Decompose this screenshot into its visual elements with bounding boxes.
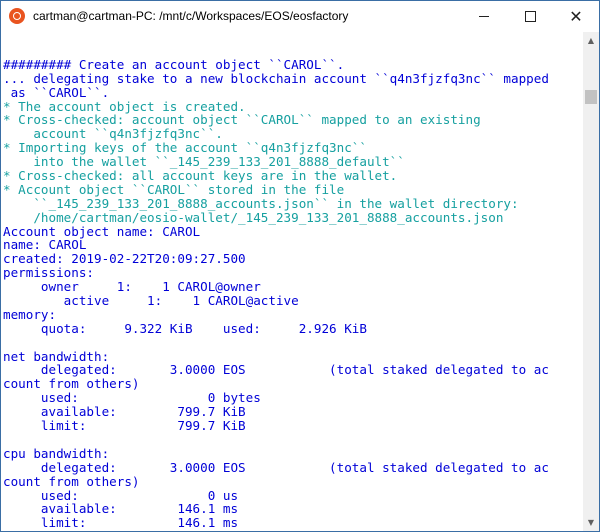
scroll-down-icon: ▼ bbox=[587, 518, 595, 527]
terminal-line: * Importing keys of the account ``q4n3fj… bbox=[3, 140, 367, 156]
close-icon: ✕ bbox=[569, 6, 583, 26]
minimize-button[interactable] bbox=[461, 1, 507, 31]
maximize-icon bbox=[524, 10, 536, 22]
terminal-line: * The account object is created. bbox=[3, 98, 246, 114]
terminal-line: count from others) bbox=[3, 376, 140, 392]
window-title: cartman@cartman-PC: /mnt/c/Workspaces/EO… bbox=[33, 9, 349, 23]
terminal-line: /home/cartman/eosio-wallet/_145_239_133_… bbox=[3, 209, 504, 225]
scroll-up-button[interactable]: ▲ bbox=[583, 32, 599, 49]
terminal-line: name: CAROL bbox=[3, 237, 87, 253]
maximize-button[interactable] bbox=[507, 1, 553, 31]
terminal-line: as ``CAROL``. bbox=[3, 84, 110, 100]
title-bar[interactable]: cartman@cartman-PC: /mnt/c/Workspaces/EO… bbox=[1, 1, 599, 31]
terminal-line: cpu bandwidth: bbox=[3, 445, 110, 461]
terminal-line: used: 0 bytes bbox=[3, 390, 261, 406]
terminal-line: delegated: 3.0000 EOS (total staked dele… bbox=[3, 459, 549, 475]
terminal-line: permissions: bbox=[3, 265, 94, 281]
terminal-line: net bandwidth: bbox=[3, 348, 110, 364]
window-controls: ✕ bbox=[461, 1, 599, 31]
terminal-line: ``_145_239_133_201_8888_accounts.json`` … bbox=[3, 195, 519, 211]
terminal-line: ######### Create an account object ``CAR… bbox=[3, 56, 345, 72]
terminal-line: created: 2019-02-22T20:09:27.500 bbox=[3, 251, 246, 267]
vertical-scrollbar[interactable]: ▲ ▼ bbox=[583, 32, 599, 531]
terminal-line: limit: 146.1 ms bbox=[3, 515, 239, 531]
ubuntu-icon bbox=[9, 8, 25, 24]
terminal-line: into the wallet ``_145_239_133_201_8888_… bbox=[3, 154, 405, 170]
terminal-line: owner 1: 1 CAROL@owner bbox=[3, 279, 261, 295]
terminal-line: ... delegating stake to a new blockchain… bbox=[3, 70, 549, 86]
terminal-window: cartman@cartman-PC: /mnt/c/Workspaces/EO… bbox=[0, 0, 600, 532]
terminal-line: delegated: 3.0000 EOS (total staked dele… bbox=[3, 362, 549, 378]
terminal-lines: ######### Create an account object ``CAR… bbox=[3, 44, 549, 530]
terminal-line: * Cross-checked: account object ``CAROL`… bbox=[3, 112, 481, 128]
terminal-output[interactable]: ######### Create an account object ``CAR… bbox=[1, 32, 583, 531]
terminal-line: limit: 799.7 KiB bbox=[3, 418, 246, 434]
terminal-line: active 1: 1 CAROL@active bbox=[3, 293, 299, 309]
terminal-line: used: 0 us bbox=[3, 487, 239, 503]
minimize-icon bbox=[479, 15, 489, 17]
terminal-line: available: 146.1 ms bbox=[3, 501, 239, 517]
close-button[interactable]: ✕ bbox=[553, 1, 599, 31]
terminal-line: quota: 9.322 KiB used: 2.926 KiB bbox=[3, 320, 367, 336]
scroll-thumb[interactable] bbox=[585, 90, 597, 104]
scroll-up-icon: ▲ bbox=[587, 36, 595, 45]
scroll-down-button[interactable]: ▼ bbox=[583, 514, 599, 531]
terminal-line: * Account object ``CAROL`` stored in the… bbox=[3, 181, 345, 197]
terminal-line: available: 799.7 KiB bbox=[3, 404, 246, 420]
terminal-line: * Cross-checked: all account keys are in… bbox=[3, 168, 398, 184]
terminal-line: count from others) bbox=[3, 473, 140, 489]
terminal-line: account ``q4n3fjzfq3nc``. bbox=[3, 126, 223, 142]
terminal-line: memory: bbox=[3, 306, 57, 322]
terminal-line: Account object name: CAROL bbox=[3, 223, 201, 239]
